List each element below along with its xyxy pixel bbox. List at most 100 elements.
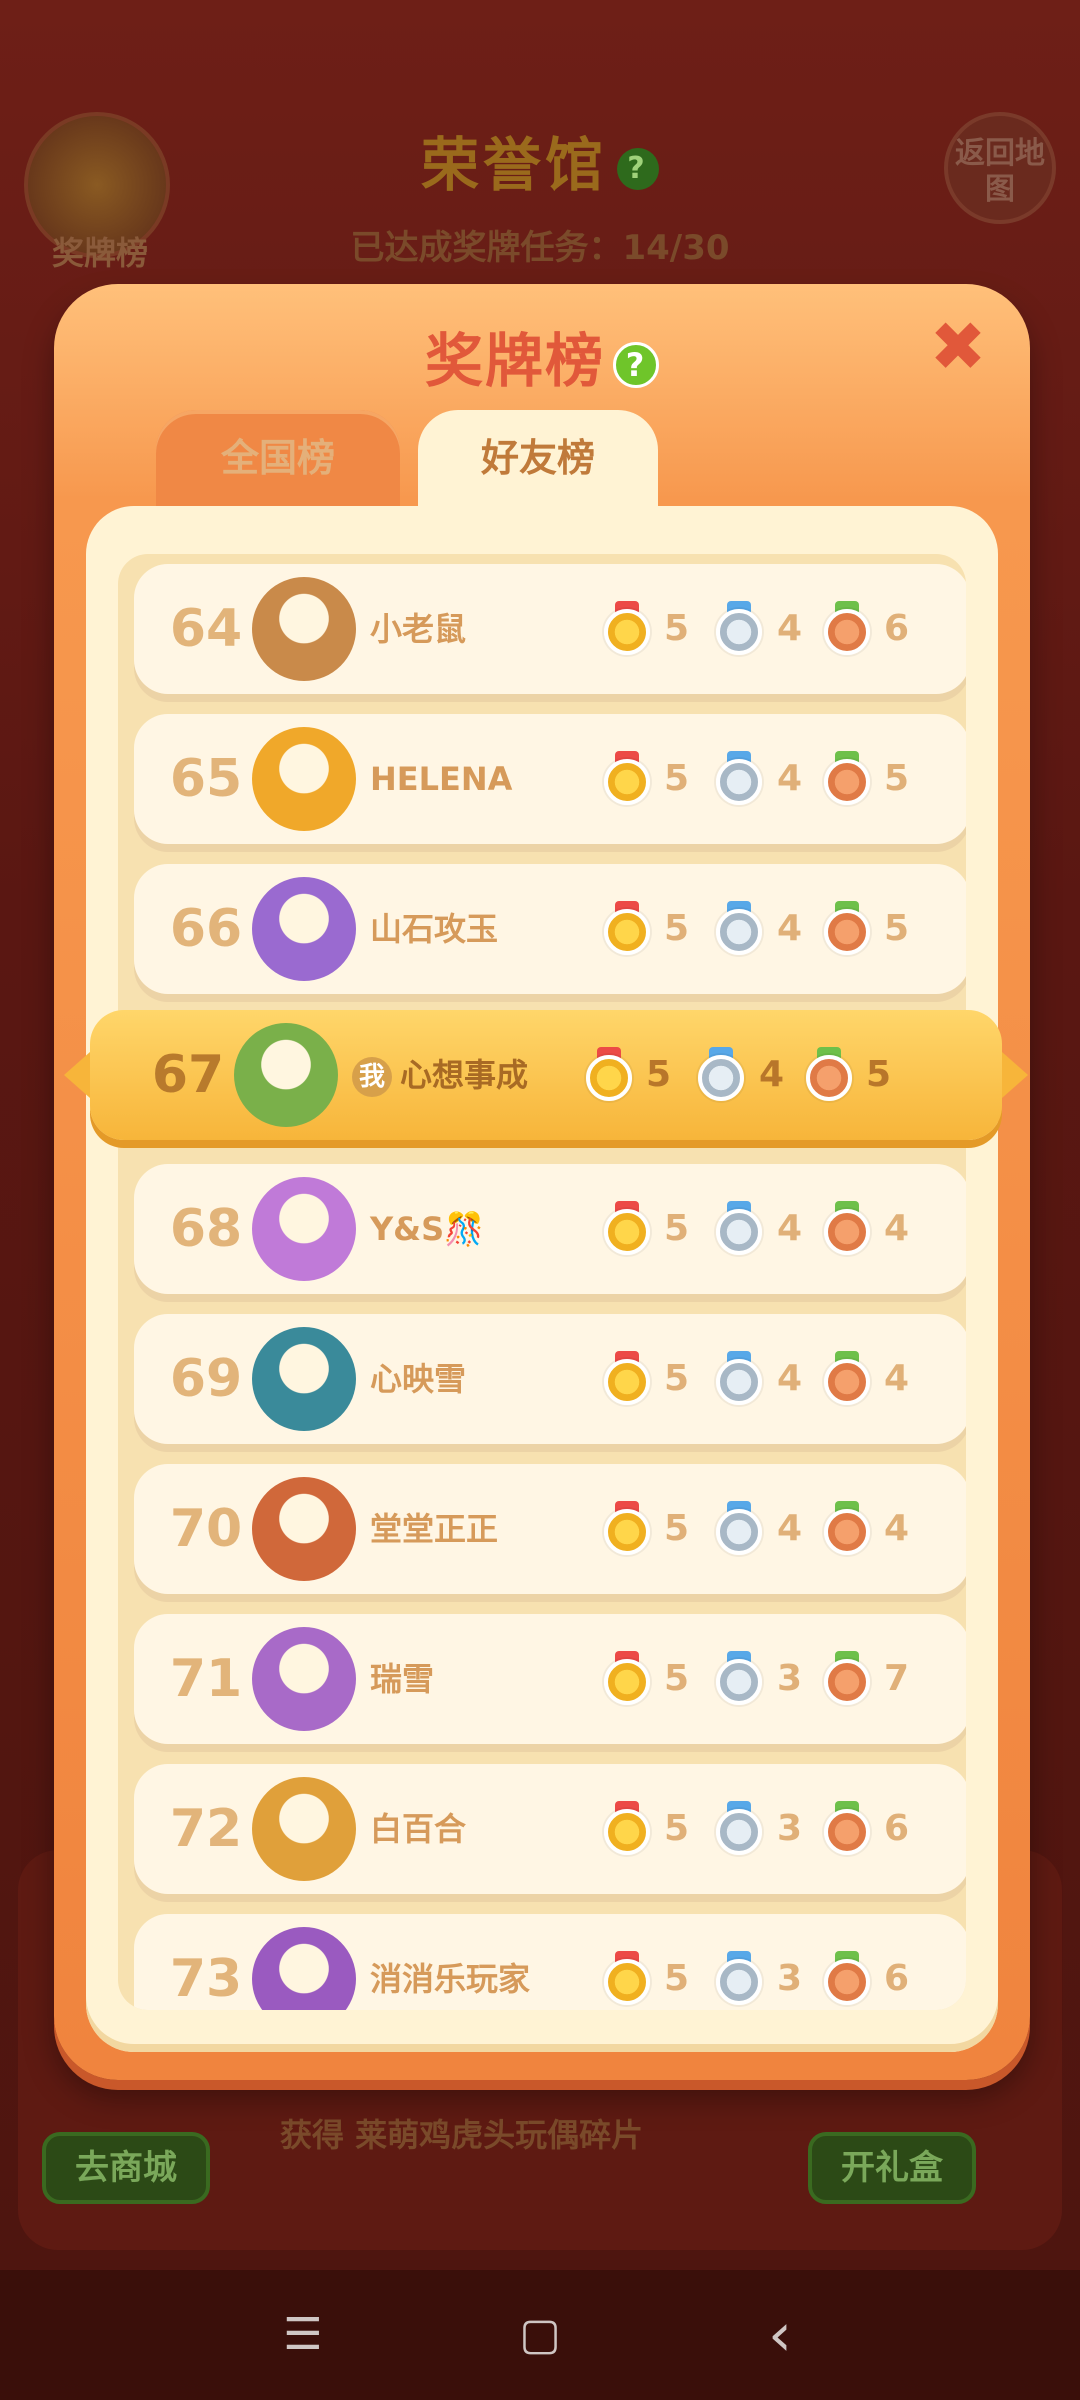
gold-medal-icon	[602, 1651, 652, 1707]
gold-medal-count: 5	[664, 1808, 690, 1849]
player-name: 山石攻玉	[370, 910, 499, 948]
bronze-medal-icon	[822, 901, 872, 957]
rank-number: 68	[169, 1199, 243, 1259]
gold-medal-icon	[584, 1047, 634, 1103]
player-name: 堂堂正正	[370, 1510, 499, 1548]
bronze-medal-icon	[822, 601, 872, 657]
silver-medal-count: 4	[777, 758, 803, 799]
back-to-map-button: 返回地图	[944, 112, 1056, 224]
rank-number: 69	[169, 1349, 243, 1409]
player-name: 心映雪	[370, 1360, 467, 1398]
self-rank-row[interactable]: 67 我心想事成 5 4 5	[64, 1010, 1028, 1140]
avatar[interactable]	[252, 1627, 356, 1731]
tab-national[interactable]: 全国榜	[156, 410, 400, 506]
rank-row[interactable]: 71 瑞雪 5 3 7	[134, 1614, 966, 1744]
silver-medal-icon	[714, 1651, 764, 1707]
silver-medal-icon	[714, 601, 764, 657]
rank-row[interactable]: 70 堂堂正正 5 4 4	[134, 1464, 966, 1594]
avatar[interactable]	[252, 1777, 356, 1881]
system-nav-bar: ☰ ▢ ‹	[0, 2270, 1080, 2400]
avatar[interactable]	[252, 1477, 356, 1581]
medal-leaderboard-dialog: 奖牌榜? ✖ 全国榜 好友榜 64 小老鼠 5 4 6 65 HELENA 5 4 5 66 山石攻玉…	[54, 284, 1030, 2080]
avatar[interactable]	[252, 727, 356, 831]
gold-medal-count: 5	[664, 1358, 690, 1399]
tab-friends[interactable]: 好友榜	[418, 410, 658, 506]
rank-number: 70	[169, 1499, 243, 1559]
silver-medal-count: 4	[777, 1358, 803, 1399]
gold-medal-icon	[602, 1951, 652, 2007]
honor-help-icon: ?	[617, 147, 659, 190]
bronze-medal-count: 6	[884, 1808, 910, 1849]
avatar[interactable]	[252, 1927, 356, 2010]
highlight-arrow-right	[1002, 1052, 1028, 1098]
back-icon[interactable]: ‹	[745, 2300, 815, 2370]
silver-medal-icon	[696, 1047, 746, 1103]
rank-number: 65	[169, 749, 243, 809]
gold-medal-count: 5	[664, 1508, 690, 1549]
bronze-medal-count: 5	[884, 908, 910, 949]
reward-text: 获得 莱萌鸡虎头玩偶碎片	[280, 2116, 644, 2154]
bronze-medal-icon	[822, 1501, 872, 1557]
leaderboard-panel: 64 小老鼠 5 4 6 65 HELENA 5 4 5 66 山石攻玉 5 4 5 68 Y&S🎊 5 4 4 69 心…	[86, 506, 998, 2052]
bronze-medal-count: 7	[884, 1658, 910, 1699]
player-name: 白百合	[370, 1810, 467, 1848]
bronze-medal-count: 6	[884, 608, 910, 649]
player-name: 小老鼠	[370, 610, 467, 648]
silver-medal-icon	[714, 1351, 764, 1407]
open-gift-box-button: 开礼盒	[808, 2132, 976, 2204]
bronze-medal-count: 4	[884, 1208, 910, 1249]
silver-medal-icon	[714, 1501, 764, 1557]
player-name: 瑞雪	[370, 1660, 435, 1698]
bronze-medal-icon	[804, 1047, 854, 1103]
help-icon[interactable]: ?	[613, 341, 659, 388]
silver-medal-count: 3	[777, 1808, 803, 1849]
home-icon[interactable]: ▢	[505, 2300, 575, 2370]
avatar[interactable]	[252, 577, 356, 681]
gold-medal-icon	[602, 901, 652, 957]
avatar[interactable]	[252, 1177, 356, 1281]
gold-medal-count: 5	[664, 1658, 690, 1699]
gold-medal-icon	[602, 601, 652, 657]
silver-medal-count: 4	[777, 1508, 803, 1549]
player-name: Y&S🎊	[370, 1210, 484, 1248]
rank-number: 67	[151, 1045, 225, 1105]
silver-medal-count: 3	[777, 1658, 803, 1699]
silver-medal-icon	[714, 1201, 764, 1257]
avatar[interactable]	[234, 1023, 338, 1127]
rank-number: 71	[169, 1649, 243, 1709]
gold-medal-count: 5	[664, 908, 690, 949]
rank-row[interactable]: 69 心映雪 5 4 4	[134, 1314, 966, 1444]
gold-medal-icon	[602, 751, 652, 807]
rank-row[interactable]: 64 小老鼠 5 4 6	[134, 564, 966, 694]
bronze-medal-icon	[822, 1801, 872, 1857]
rank-row[interactable]: 73 消消乐玩家 5 3 6	[134, 1914, 966, 2010]
leaderboard-list[interactable]: 64 小老鼠 5 4 6 65 HELENA 5 4 5 66 山石攻玉 5 4 5 68 Y&S🎊 5 4 4 69 心…	[118, 554, 966, 2010]
rank-row[interactable]: 65 HELENA 5 4 5	[134, 714, 966, 844]
gold-medal-icon	[602, 1351, 652, 1407]
bronze-medal-count: 4	[884, 1358, 910, 1399]
gold-medal-icon	[602, 1801, 652, 1857]
silver-medal-count: 4	[777, 1208, 803, 1249]
rank-number: 72	[169, 1799, 243, 1859]
gold-medal-icon	[602, 1201, 652, 1257]
go-shop-button: 去商城	[42, 2132, 210, 2204]
bronze-medal-count: 4	[884, 1508, 910, 1549]
close-button[interactable]: ✖	[926, 314, 990, 382]
dialog-title: 奖牌榜?	[54, 314, 1030, 398]
highlight-arrow-left	[64, 1052, 90, 1098]
avatar[interactable]	[252, 877, 356, 981]
rank-number: 73	[169, 1949, 243, 2009]
silver-medal-icon	[714, 1801, 764, 1857]
rank-row[interactable]: 72 白百合 5 3 6	[134, 1764, 966, 1894]
gold-medal-count: 5	[664, 1958, 690, 1999]
bronze-medal-icon	[822, 1351, 872, 1407]
rank-row[interactable]: 66 山石攻玉 5 4 5	[134, 864, 966, 994]
gold-medal-count: 5	[664, 758, 690, 799]
silver-medal-icon	[714, 901, 764, 957]
bronze-medal-icon	[822, 1651, 872, 1707]
avatar[interactable]	[252, 1327, 356, 1431]
gold-medal-count: 5	[664, 1208, 690, 1249]
rank-row[interactable]: 68 Y&S🎊 5 4 4	[134, 1164, 966, 1294]
menu-icon[interactable]: ☰	[268, 2300, 338, 2370]
gold-medal-count: 5	[646, 1054, 672, 1095]
